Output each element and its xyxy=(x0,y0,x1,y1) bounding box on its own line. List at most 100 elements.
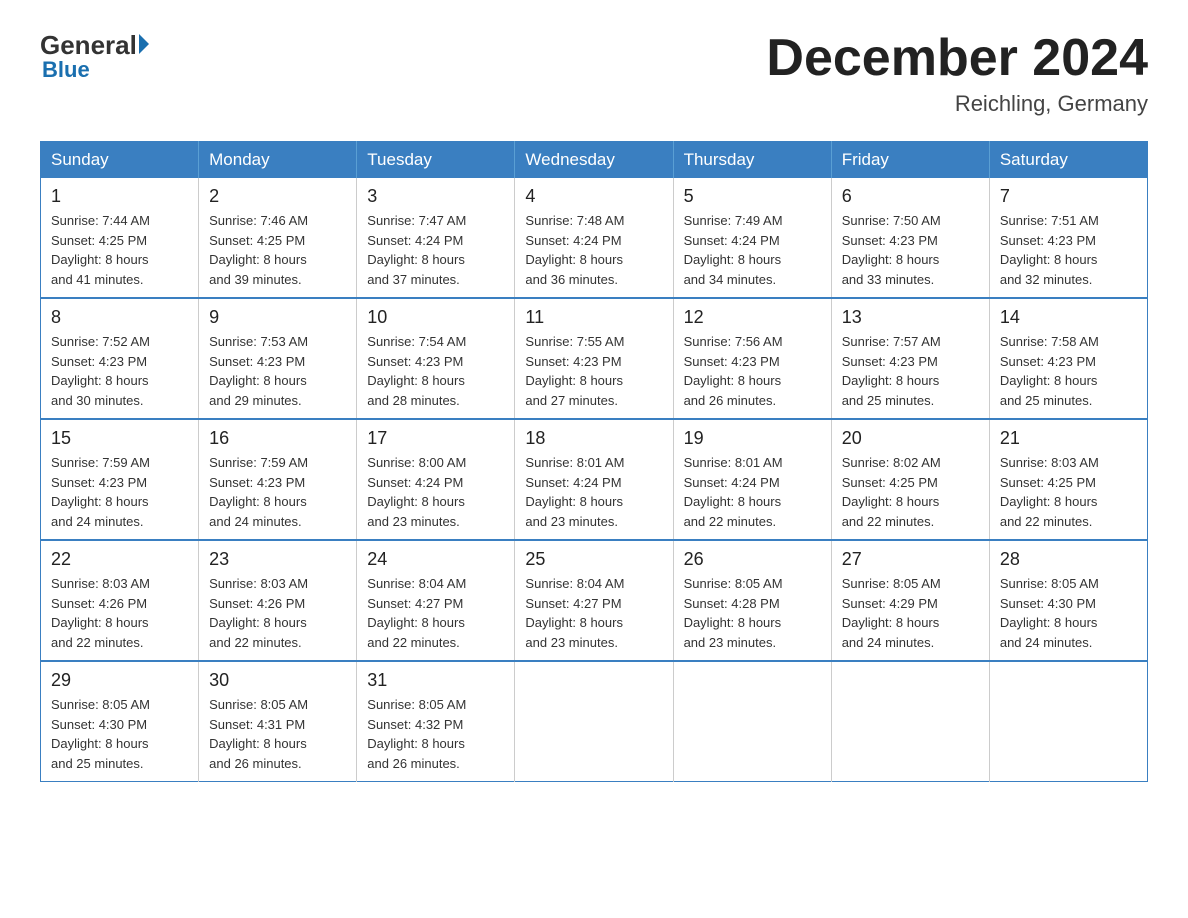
location-subtitle: Reichling, Germany xyxy=(766,91,1148,117)
day-info-line: Sunset: 4:25 PM xyxy=(842,473,979,493)
day-info-line: and 33 minutes. xyxy=(842,270,979,290)
day-number: 6 xyxy=(842,186,979,207)
day-info-line: and 22 minutes. xyxy=(842,512,979,532)
day-info-line: Sunset: 4:23 PM xyxy=(209,352,346,372)
day-info-line: Sunset: 4:24 PM xyxy=(684,473,821,493)
day-info-line: Sunset: 4:26 PM xyxy=(51,594,188,614)
table-row: 21Sunrise: 8:03 AMSunset: 4:25 PMDayligh… xyxy=(989,419,1147,540)
day-number: 2 xyxy=(209,186,346,207)
day-info-line: and 24 minutes. xyxy=(209,512,346,532)
table-row: 8Sunrise: 7:52 AMSunset: 4:23 PMDaylight… xyxy=(41,298,199,419)
day-info-line: and 22 minutes. xyxy=(684,512,821,532)
day-info-line: and 22 minutes. xyxy=(1000,512,1137,532)
day-info: Sunrise: 8:03 AMSunset: 4:26 PMDaylight:… xyxy=(209,574,346,652)
day-info-line: Sunset: 4:27 PM xyxy=(525,594,662,614)
day-info-line: Daylight: 8 hours xyxy=(1000,613,1137,633)
day-info-line: Sunrise: 7:54 AM xyxy=(367,332,504,352)
day-info-line: Daylight: 8 hours xyxy=(525,613,662,633)
calendar-week-row: 29Sunrise: 8:05 AMSunset: 4:30 PMDayligh… xyxy=(41,661,1148,782)
day-info: Sunrise: 7:49 AMSunset: 4:24 PMDaylight:… xyxy=(684,211,821,289)
table-row xyxy=(989,661,1147,782)
day-info-line: Sunrise: 8:04 AM xyxy=(367,574,504,594)
title-section: December 2024 Reichling, Germany xyxy=(766,30,1148,117)
day-number: 27 xyxy=(842,549,979,570)
day-info-line: and 41 minutes. xyxy=(51,270,188,290)
day-info-line: Daylight: 8 hours xyxy=(1000,371,1137,391)
table-row: 23 Sunrise: 8:03 AMSunset: 4:26 PMDayligh… xyxy=(199,540,357,661)
day-info-line: and 26 minutes. xyxy=(684,391,821,411)
day-number: 23 xyxy=(209,549,346,570)
day-number: 15 xyxy=(51,428,188,449)
day-number: 25 xyxy=(525,549,662,570)
table-row xyxy=(673,661,831,782)
day-info-line: Sunrise: 7:52 AM xyxy=(51,332,188,352)
day-number: 4 xyxy=(525,186,662,207)
day-info: Sunrise: 7:51 AMSunset: 4:23 PMDaylight:… xyxy=(1000,211,1137,289)
day-number: 3 xyxy=(367,186,504,207)
day-info: Sunrise: 8:04 AMSunset: 4:27 PMDaylight:… xyxy=(525,574,662,652)
table-row: 4Sunrise: 7:48 AMSunset: 4:24 PMDaylight… xyxy=(515,178,673,298)
day-info-line: Sunrise: 7:53 AM xyxy=(209,332,346,352)
day-number: 28 xyxy=(1000,549,1137,570)
day-info-line: Sunrise: 7:56 AM xyxy=(684,332,821,352)
table-row: 13Sunrise: 7:57 AMSunset: 4:23 PMDayligh… xyxy=(831,298,989,419)
day-info: Sunrise: 7:46 AMSunset: 4:25 PMDaylight:… xyxy=(209,211,346,289)
table-row: 26Sunrise: 8:05 AMSunset: 4:28 PMDayligh… xyxy=(673,540,831,661)
calendar-table: Sunday Monday Tuesday Wednesday Thursday… xyxy=(40,141,1148,782)
day-number: 18 xyxy=(525,428,662,449)
day-info-line: Sunset: 4:30 PM xyxy=(1000,594,1137,614)
day-info-line: Sunrise: 8:05 AM xyxy=(367,695,504,715)
day-number: 10 xyxy=(367,307,504,328)
table-row: 17Sunrise: 8:00 AMSunset: 4:24 PMDayligh… xyxy=(357,419,515,540)
day-info-line: Sunrise: 7:46 AM xyxy=(209,211,346,231)
day-number: 17 xyxy=(367,428,504,449)
day-number: 20 xyxy=(842,428,979,449)
day-info: Sunrise: 8:03 AMSunset: 4:26 PMDaylight:… xyxy=(51,574,188,652)
day-info: Sunrise: 8:04 AMSunset: 4:27 PMDaylight:… xyxy=(367,574,504,652)
day-info-line: Sunset: 4:23 PM xyxy=(1000,352,1137,372)
day-info: Sunrise: 8:05 AMSunset: 4:29 PMDaylight:… xyxy=(842,574,979,652)
table-row: 24Sunrise: 8:04 AMSunset: 4:27 PMDayligh… xyxy=(357,540,515,661)
day-info-line: Daylight: 8 hours xyxy=(525,371,662,391)
day-info: Sunrise: 8:05 AMSunset: 4:32 PMDaylight:… xyxy=(367,695,504,773)
day-info-line: Sunset: 4:24 PM xyxy=(367,231,504,251)
day-number: 11 xyxy=(525,307,662,328)
table-row: 2 Sunrise: 7:46 AMSunset: 4:25 PMDaylight… xyxy=(199,178,357,298)
day-info-line: Sunset: 4:23 PM xyxy=(209,473,346,493)
day-info-line: and 37 minutes. xyxy=(367,270,504,290)
day-info-line: Sunrise: 8:04 AM xyxy=(525,574,662,594)
day-info-line: Sunset: 4:28 PM xyxy=(684,594,821,614)
day-info-line: Daylight: 8 hours xyxy=(51,250,188,270)
table-row xyxy=(831,661,989,782)
day-info: Sunrise: 8:01 AMSunset: 4:24 PMDaylight:… xyxy=(684,453,821,531)
day-info: Sunrise: 7:54 AMSunset: 4:23 PMDaylight:… xyxy=(367,332,504,410)
day-info-line: Sunrise: 8:02 AM xyxy=(842,453,979,473)
table-row: 20Sunrise: 8:02 AMSunset: 4:25 PMDayligh… xyxy=(831,419,989,540)
table-row: 7Sunrise: 7:51 AMSunset: 4:23 PMDaylight… xyxy=(989,178,1147,298)
day-number: 14 xyxy=(1000,307,1137,328)
day-info-line: Sunset: 4:24 PM xyxy=(684,231,821,251)
day-info-line: and 24 minutes. xyxy=(51,512,188,532)
day-number: 13 xyxy=(842,307,979,328)
table-row: 6Sunrise: 7:50 AMSunset: 4:23 PMDaylight… xyxy=(831,178,989,298)
day-info-line: and 26 minutes. xyxy=(209,754,346,774)
day-info-line: Sunrise: 8:01 AM xyxy=(684,453,821,473)
day-number: 9 xyxy=(209,307,346,328)
day-info-line: and 30 minutes. xyxy=(51,391,188,411)
table-row: 14Sunrise: 7:58 AMSunset: 4:23 PMDayligh… xyxy=(989,298,1147,419)
day-info-line: Sunrise: 8:01 AM xyxy=(525,453,662,473)
day-info-line: Sunset: 4:23 PM xyxy=(367,352,504,372)
table-row: 25 Sunrise: 8:04 AMSunset: 4:27 PMDayligh… xyxy=(515,540,673,661)
day-number: 12 xyxy=(684,307,821,328)
day-number: 30 xyxy=(209,670,346,691)
day-info: Sunrise: 8:05 AMSunset: 4:28 PMDaylight:… xyxy=(684,574,821,652)
day-info-line: Daylight: 8 hours xyxy=(209,371,346,391)
day-info-line: and 32 minutes. xyxy=(1000,270,1137,290)
table-row: 27 Sunrise: 8:05 AMSunset: 4:29 PMDayligh… xyxy=(831,540,989,661)
day-info-line: Sunrise: 7:48 AM xyxy=(525,211,662,231)
table-row: 28Sunrise: 8:05 AMSunset: 4:30 PMDayligh… xyxy=(989,540,1147,661)
day-info-line: Sunrise: 7:51 AM xyxy=(1000,211,1137,231)
day-info-line: Daylight: 8 hours xyxy=(209,492,346,512)
day-info-line: Daylight: 8 hours xyxy=(525,492,662,512)
table-row: 9 Sunrise: 7:53 AMSunset: 4:23 PMDaylight… xyxy=(199,298,357,419)
